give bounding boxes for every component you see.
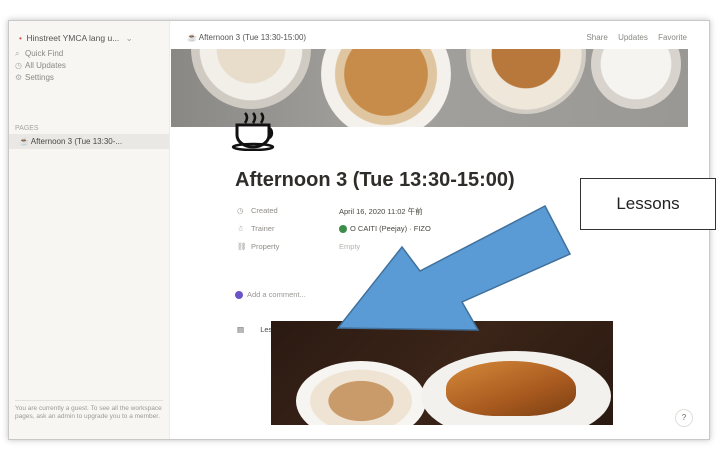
callout-box: Lessons <box>580 178 716 230</box>
